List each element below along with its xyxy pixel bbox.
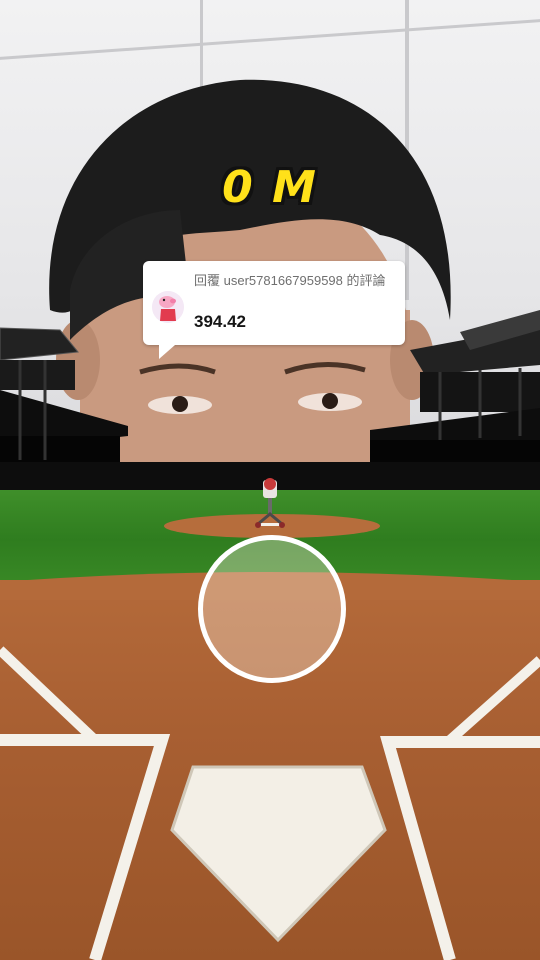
ceiling-beam xyxy=(0,19,540,60)
reply-comment-text: 394.42 xyxy=(194,312,246,331)
hit-zone-ring[interactable] xyxy=(198,535,346,683)
game-scene: 0 M 回覆 user5781667959598 的評論 394.42 xyxy=(0,0,540,960)
pig-avatar-icon xyxy=(152,291,184,323)
distance-readout: 0 M xyxy=(222,162,318,213)
reply-label: 回覆 user5781667959598 的評論 xyxy=(194,273,386,288)
pitching-machine xyxy=(255,478,285,528)
reply-comment-card: 回覆 user5781667959598 的評論 394.42 xyxy=(143,261,405,359)
stadium-stands-left xyxy=(0,327,128,480)
